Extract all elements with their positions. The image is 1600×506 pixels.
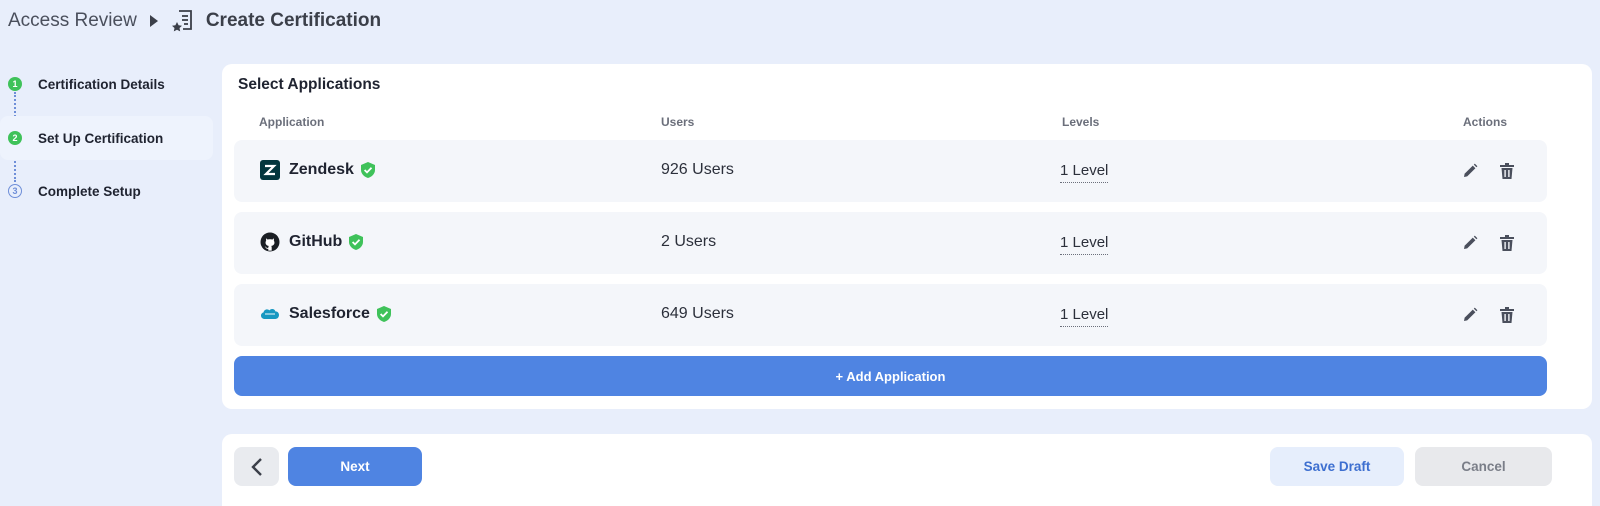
verified-shield-icon <box>349 234 364 250</box>
page-title: Create Certification <box>205 10 382 31</box>
trash-icon[interactable] <box>1498 162 1516 180</box>
application-users: 926 Users <box>661 161 734 178</box>
application-level[interactable]: 1 Level <box>1060 306 1109 327</box>
application-name-text: GitHub <box>289 233 343 250</box>
trash-icon[interactable] <box>1498 234 1516 252</box>
next-button[interactable]: Next <box>288 447 422 486</box>
step-set-up-certification[interactable]: 2 Set Up Certification <box>0 116 213 160</box>
step-certification-details[interactable]: 1 Certification Details <box>0 62 213 106</box>
column-header-actions: Actions <box>1463 115 1508 129</box>
salesforce-logo-icon <box>260 304 280 324</box>
step-label: Set Up Certification <box>38 130 164 146</box>
application-name: Zendesk <box>289 161 375 179</box>
verified-shield-icon <box>376 306 391 322</box>
trash-icon[interactable] <box>1498 306 1516 324</box>
zendesk-logo-icon <box>260 160 280 180</box>
application-row-salesforce: Salesforce 649 Users 1 Level <box>234 284 1547 346</box>
chevron-left-icon <box>250 457 263 476</box>
save-draft-button[interactable]: Save Draft <box>1270 447 1404 486</box>
application-level[interactable]: 1 Level <box>1060 162 1109 183</box>
edit-pencil-icon[interactable] <box>1461 234 1479 252</box>
edit-pencil-icon[interactable] <box>1461 162 1479 180</box>
breadcrumb-root-link[interactable]: Access Review <box>8 10 137 32</box>
footer-action-bar: Next Save Draft Cancel <box>222 434 1592 506</box>
column-header-users: Users <box>661 115 695 129</box>
step-number: 2 <box>8 131 22 145</box>
cancel-button[interactable]: Cancel <box>1415 447 1552 486</box>
back-button[interactable] <box>234 447 279 486</box>
application-name: GitHub <box>289 233 364 251</box>
application-row-zendesk: Zendesk 926 Users 1 Level <box>234 140 1547 202</box>
application-users: 2 Users <box>661 233 717 250</box>
column-header-levels: Levels <box>1062 115 1100 129</box>
column-header-application: Application <box>259 115 325 129</box>
breadcrumb: Access Review Create Certification <box>8 8 381 34</box>
caret-right-icon <box>149 15 158 27</box>
certificate-icon <box>170 8 196 34</box>
github-logo-icon <box>260 232 280 252</box>
step-label: Complete Setup <box>38 183 141 199</box>
application-users: 649 Users <box>661 305 734 322</box>
application-level[interactable]: 1 Level <box>1060 234 1109 255</box>
step-number: 1 <box>8 77 22 91</box>
card-title: Select Applications <box>238 76 381 93</box>
application-row-github: GitHub 2 Users 1 Level <box>234 212 1547 274</box>
application-name-text: Zendesk <box>289 161 354 178</box>
step-label: Certification Details <box>38 76 165 92</box>
select-applications-card: Select Applications Application Users Le… <box>222 64 1592 409</box>
application-name: Salesforce <box>289 305 391 323</box>
step-complete-setup[interactable]: 3 Complete Setup <box>0 169 213 213</box>
edit-pencil-icon[interactable] <box>1461 306 1479 324</box>
step-number: 3 <box>8 184 22 198</box>
application-name-text: Salesforce <box>289 305 370 322</box>
verified-shield-icon <box>360 162 375 178</box>
add-application-button[interactable]: + Add Application <box>234 356 1547 396</box>
